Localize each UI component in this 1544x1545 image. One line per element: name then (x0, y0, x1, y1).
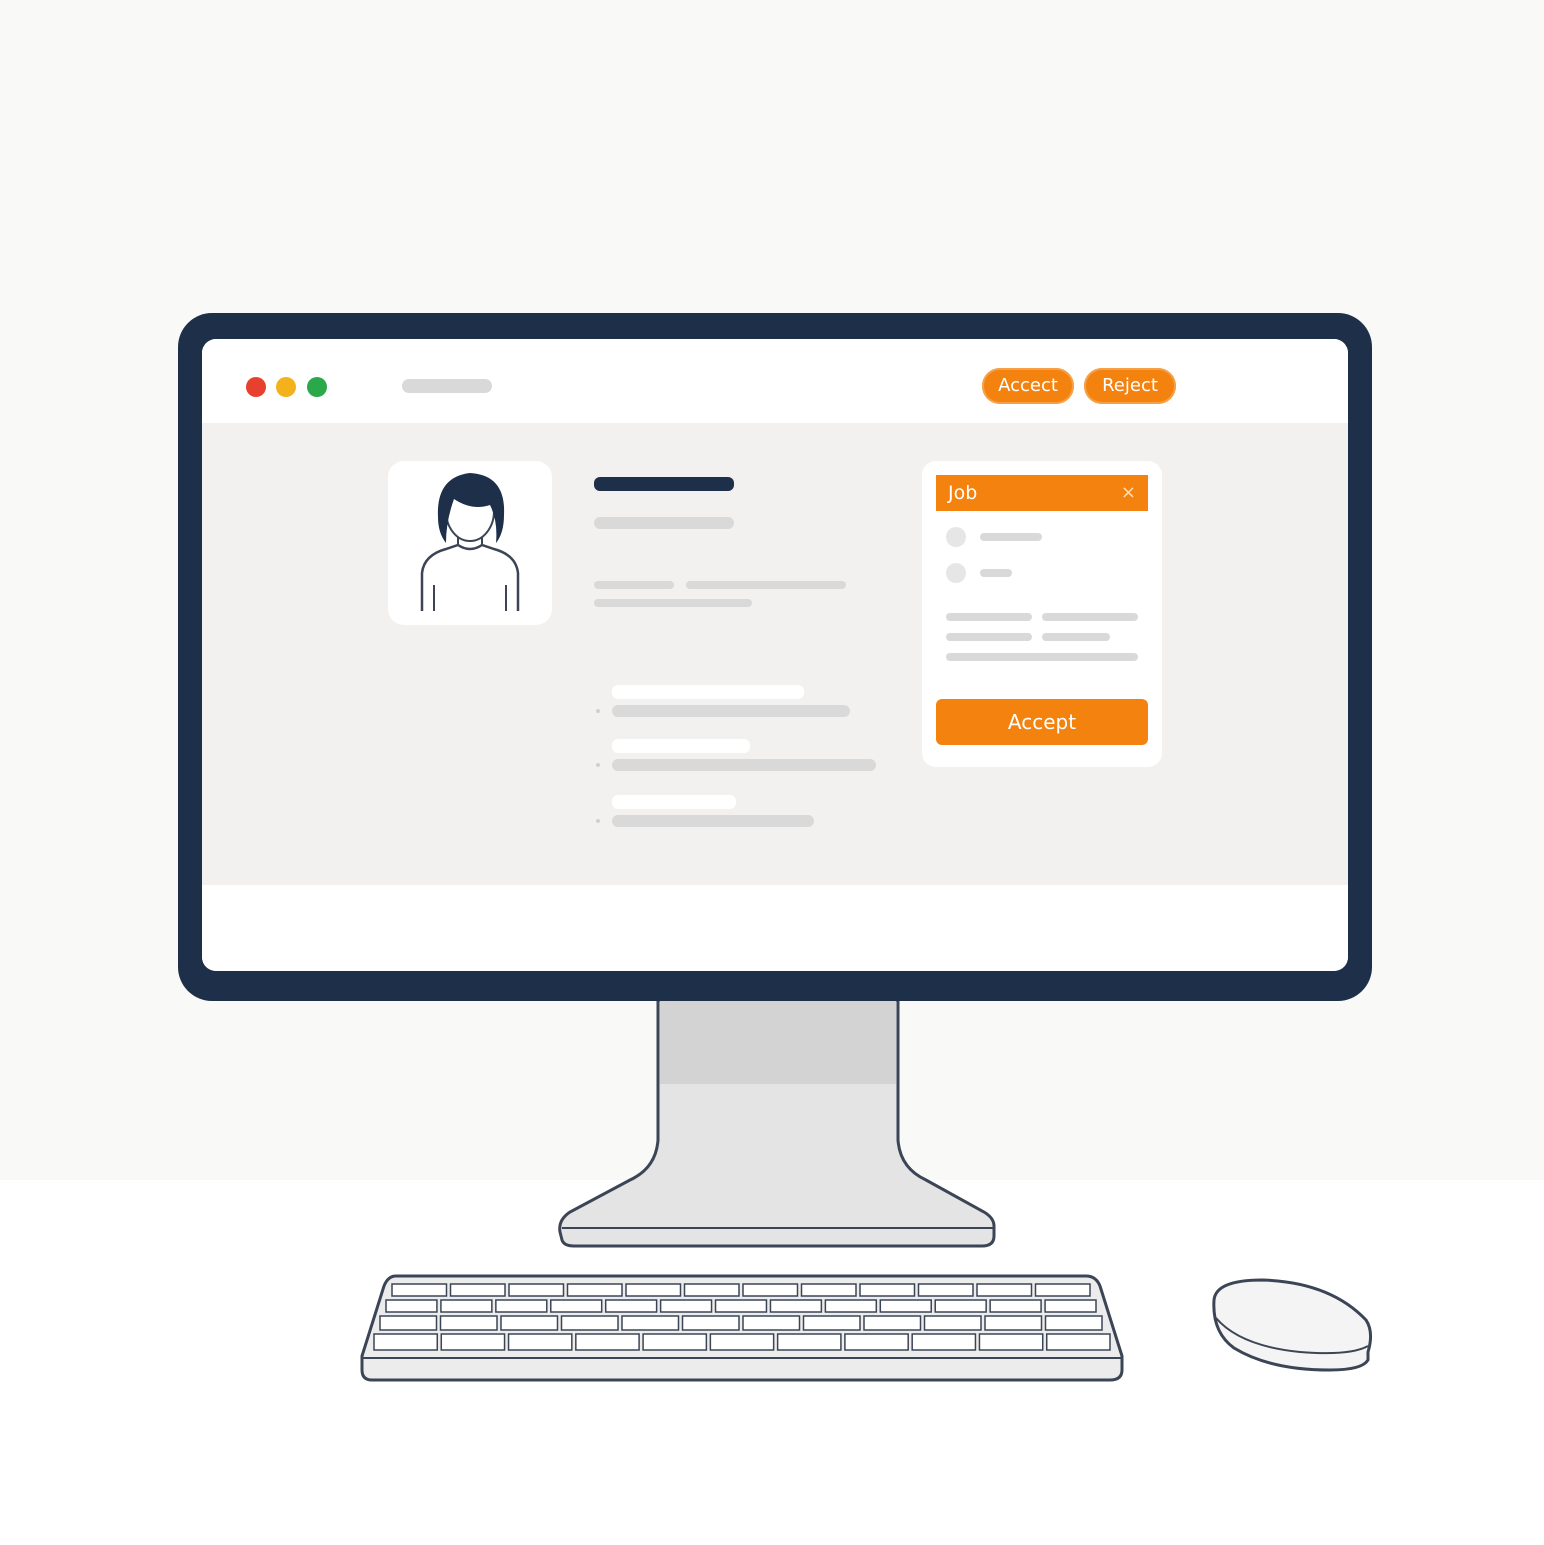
job-detail-placeholder (946, 633, 1032, 641)
keyboard-key (507, 1333, 573, 1351)
job-detail-placeholder (946, 653, 1138, 661)
keyboard-key (923, 1315, 982, 1331)
list-item-heading-placeholder (612, 795, 736, 809)
keyboard-key (621, 1315, 680, 1331)
mouse (1212, 1278, 1373, 1372)
profile-content-area: Job × Accept (202, 423, 1348, 885)
job-option-placeholder (980, 533, 1042, 541)
keyboard-key (776, 1333, 842, 1351)
keyboard-key (560, 1315, 619, 1331)
avatar (388, 461, 552, 625)
keyboard-key (642, 1333, 708, 1351)
keyboard-key (566, 1283, 623, 1297)
keyboard-key (500, 1315, 559, 1331)
keyboard-key (1045, 1333, 1111, 1351)
keyboard-key (769, 1299, 823, 1313)
keyboard-key (440, 1299, 493, 1313)
job-detail-placeholder (1042, 613, 1138, 621)
monitor-bezel: Accect Reject Job × Accept (178, 313, 1372, 1001)
keyboard-key (681, 1315, 740, 1331)
job-card: Job × Accept (922, 461, 1162, 767)
keyboard-key (379, 1315, 438, 1331)
list-bullet (596, 819, 600, 823)
keyboard-key (1034, 1283, 1091, 1297)
job-accept-button[interactable]: Accept (936, 699, 1148, 745)
keyboard-key (879, 1299, 932, 1313)
job-option-radio[interactable] (946, 563, 966, 583)
minimize-window-dot[interactable] (276, 377, 296, 397)
person-avatar-icon (420, 473, 520, 611)
keyboard-key (604, 1299, 658, 1313)
close-window-dot[interactable] (246, 377, 266, 397)
keyboard-key (824, 1299, 878, 1313)
keyboard-key (575, 1333, 640, 1351)
keyboard-key (984, 1315, 1043, 1331)
keyboard-key (709, 1333, 775, 1351)
keyboard-key (976, 1283, 1033, 1297)
list-bullet (596, 763, 600, 767)
list-item-heading-placeholder (612, 685, 804, 699)
keyboard-key (802, 1315, 861, 1331)
monitor-screen: Accect Reject Job × Accept (202, 339, 1348, 971)
keyboard-key (742, 1283, 799, 1297)
keyboard-key (863, 1315, 922, 1331)
job-card-title: Job (948, 482, 978, 504)
job-detail-placeholder (946, 613, 1032, 621)
keyboard-key (911, 1333, 977, 1351)
keyboard-key (683, 1283, 740, 1297)
keyboard-key (385, 1299, 438, 1313)
toolbar-accept-button[interactable]: Accect (982, 368, 1074, 404)
browser-toolbar: Accect Reject (202, 339, 1348, 423)
keyboard-key (1044, 1315, 1103, 1331)
keyboard-key (439, 1315, 498, 1331)
keyboard-key (859, 1283, 916, 1297)
keyboard-key (659, 1299, 713, 1313)
keyboard-key (978, 1333, 1044, 1351)
job-card-header: Job × (936, 475, 1148, 511)
keyboard-key (917, 1283, 974, 1297)
keyboard-key (989, 1299, 1042, 1313)
keyboard-key (800, 1283, 857, 1297)
keyboard-key (495, 1299, 548, 1313)
keyboard-key (373, 1333, 439, 1351)
profile-detail-placeholder (594, 599, 752, 607)
keyboard-key (550, 1299, 603, 1313)
job-option-placeholder (980, 569, 1012, 577)
profile-detail-placeholder (594, 581, 674, 589)
list-item-heading-placeholder (612, 739, 750, 753)
screen-footer (202, 885, 1348, 971)
address-bar-placeholder[interactable] (402, 379, 492, 393)
keyboard-key (742, 1315, 801, 1331)
list-bullet (596, 709, 600, 713)
close-icon[interactable]: × (1121, 481, 1136, 505)
keyboard-key (508, 1283, 565, 1297)
list-item-placeholder (612, 705, 850, 717)
job-detail-placeholder (1042, 633, 1110, 641)
profile-name-placeholder (594, 477, 734, 491)
keyboard-key (844, 1333, 909, 1351)
toolbar-reject-button[interactable]: Reject (1084, 368, 1176, 404)
keyboard-key (714, 1299, 768, 1313)
list-item-placeholder (612, 759, 876, 771)
job-option-radio[interactable] (946, 527, 966, 547)
keyboard-key (440, 1333, 506, 1351)
profile-subtitle-placeholder (594, 517, 734, 529)
keyboard (360, 1274, 1124, 1382)
list-item-placeholder (612, 815, 814, 827)
keyboard-key (1044, 1299, 1097, 1313)
keyboard-key (934, 1299, 987, 1313)
maximize-window-dot[interactable] (307, 377, 327, 397)
keyboard-key (625, 1283, 682, 1297)
keyboard-key (391, 1283, 448, 1297)
profile-detail-placeholder (686, 581, 846, 589)
keyboard-key (449, 1283, 506, 1297)
